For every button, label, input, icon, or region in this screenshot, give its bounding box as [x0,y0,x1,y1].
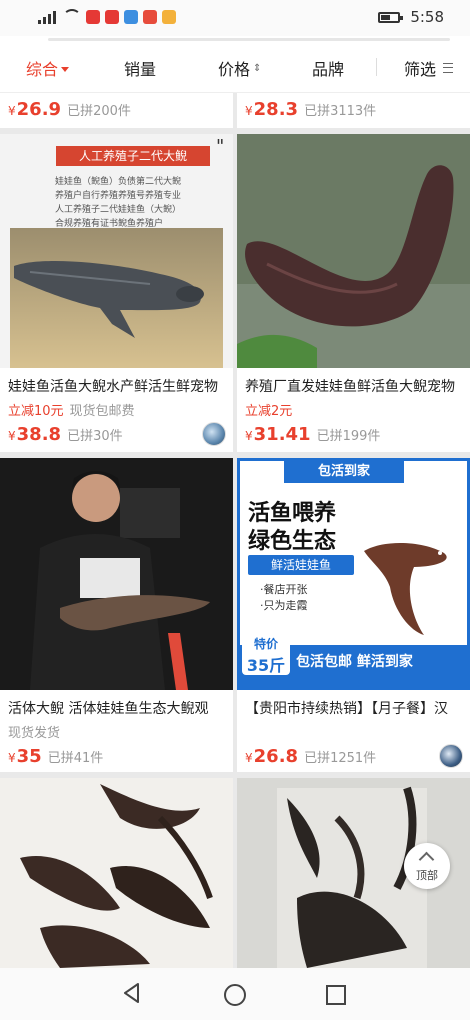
filter-label: 价格 [218,60,251,79]
seller-avatar[interactable] [439,744,463,768]
currency: ¥ [8,751,16,765]
sold-count: 已拼41件 [47,751,104,766]
sold-count: 已拼30件 [67,429,123,444]
caret-down-icon [61,66,70,72]
ad-price-label: 特价 [253,637,278,651]
status-bar: 5:58 [0,0,470,36]
salamander-photo[interactable] [237,134,470,368]
product-title: 活体大鲵 活体娃娃鱼生态大鲵观 [8,701,209,717]
wifi-icon [63,9,81,25]
price: 28.3 [253,99,299,120]
image-text-line: 娃娃鱼（鲵鱼）负债第二代大鲵 [55,177,182,187]
image-text-line: 养殖户自行养殖养殖号养殖专业 [55,191,182,201]
image-banner: 人工养殖子二代大鲵 [56,146,210,166]
price: 26.9 [16,99,62,120]
product-ad-image[interactable]: 包活到家 活鱼喂养 绿色生态 鲜活娃娃鱼 ·餐店开张 ·只为走霞 特价 35斤 … [237,458,470,690]
back-to-top-button[interactable]: 顶部 [404,843,450,889]
price: 35 [16,746,42,767]
product-card[interactable]: ¥ 26.9 已拼200件 [0,93,233,128]
ad-strip-text: 包活包邮 鲜活到家 [296,654,413,670]
image-text-line: 人工养殖子二代娃娃鱼（大鲵） [55,205,182,215]
sold-count: 已拼200件 [67,104,131,119]
filter-price[interactable]: 价格 ⇕ [218,56,261,80]
currency: ¥ [245,104,253,118]
product-title: 【贵阳市持续热销】【月子餐】汉 [245,701,448,717]
promo-tag: 现货发货 [8,722,60,741]
promo-label: 立减2元 [245,404,293,419]
filter-brand[interactable]: 品牌 [312,56,344,80]
ad-bullet: ·餐店开张 [260,583,308,596]
promo-tag: 立减2元 [245,400,292,419]
promo-label: 立减10元 [8,404,64,419]
price: 26.8 [253,746,299,767]
promo-tag: 立减10元 现货包邮费 [8,400,135,419]
sold-count: 已拼1251件 [304,751,377,766]
product-card[interactable]: ¥ 28.3 已拼3113件 [237,93,470,128]
promo-note: 现货包邮费 [69,404,135,419]
seller-avatar[interactable] [202,422,226,446]
quote-mark: " [216,136,225,157]
notification-app-icon [105,10,119,24]
salamander-illustration [364,542,447,635]
ad-bullet: ·只为走霞 [260,599,308,612]
salamanders-photo[interactable] [0,778,233,968]
home-icon[interactable] [224,984,246,1006]
filter-comprehensive[interactable]: 综合 [26,56,70,80]
promo-note: 现货发货 [8,726,61,741]
ad-price-value: 35斤 [246,656,286,675]
sort-updown-icon: ⇕ [253,62,262,74]
filter-label: 品牌 [312,60,345,79]
product-card[interactable] [0,778,233,968]
notification-app-icon [162,10,176,24]
status-icons-left [38,9,176,25]
signal-icon [38,10,58,24]
product-card[interactable]: 人工养殖子二代大鲵 " 娃娃鱼（鲵鱼）负债第二代大鲵 养殖户自行养殖养殖号养殖专… [0,134,233,452]
sold-count: 已拼3113件 [304,104,377,119]
product-card[interactable]: 包活到家 活鱼喂养 绿色生态 鲜活娃娃鱼 ·餐店开张 ·只为走霞 特价 35斤 … [237,458,470,772]
filter-sales[interactable]: 销量 [124,56,156,80]
ad-headline: 绿色生态 [248,529,337,554]
salamander-photo [10,228,223,368]
filter-label: 筛选 [404,60,437,79]
notification-app-icon [86,10,100,24]
product-card[interactable]: 活体大鲵 活体娃娃鱼生态大鲵观 现货发货 ¥ 35 已拼41件 [0,458,233,772]
currency: ¥ [8,429,16,443]
product-image[interactable]: 人工养殖子二代大鲵 " 娃娃鱼（鲵鱼）负债第二代大鲵 养殖户自行养殖养殖号养殖专… [0,134,233,368]
ad-badge: 包活到家 [284,461,404,483]
back-to-top-icon [418,851,435,868]
currency: ¥ [245,751,253,765]
notification-app-icon [124,10,138,24]
filter-screen[interactable]: 筛选 [404,56,454,80]
sold-count: 已拼199件 [316,429,381,444]
price-box: 特价 35斤 [242,633,290,675]
product-title: 养殖厂直发娃娃鱼鲜活鱼大鲵宠物 [245,379,455,395]
ad-pill: 鲜活娃娃鱼 [248,555,354,575]
currency: ¥ [8,104,16,118]
filter-lines-icon [443,63,454,73]
currency: ¥ [245,429,253,443]
product-card[interactable]: 养殖厂直发娃娃鱼鲜活鱼大鲵宠物 立减2元 ¥ 31.41 已拼199件 [237,134,470,452]
person-holding-salamander-photo[interactable] [0,458,233,690]
filter-bar: 综合 销量 价格 ⇕ 品牌 筛选 [0,36,470,93]
back-to-top-label: 顶部 [416,869,438,882]
filter-label: 销量 [124,60,157,79]
filter-label: 综合 [26,60,59,79]
status-time: 5:58 [410,8,444,26]
system-navigation-bar [0,968,470,1020]
recent-apps-icon[interactable] [326,985,346,1005]
divider [376,58,377,76]
product-title: 娃娃鱼活鱼大鲵水产鲜活生鲜宠物 [8,379,218,395]
battery-icon [378,11,404,23]
price: 38.8 [16,424,62,445]
back-icon[interactable] [122,982,142,1004]
notification-app-icon [143,10,157,24]
price: 31.41 [253,424,311,445]
